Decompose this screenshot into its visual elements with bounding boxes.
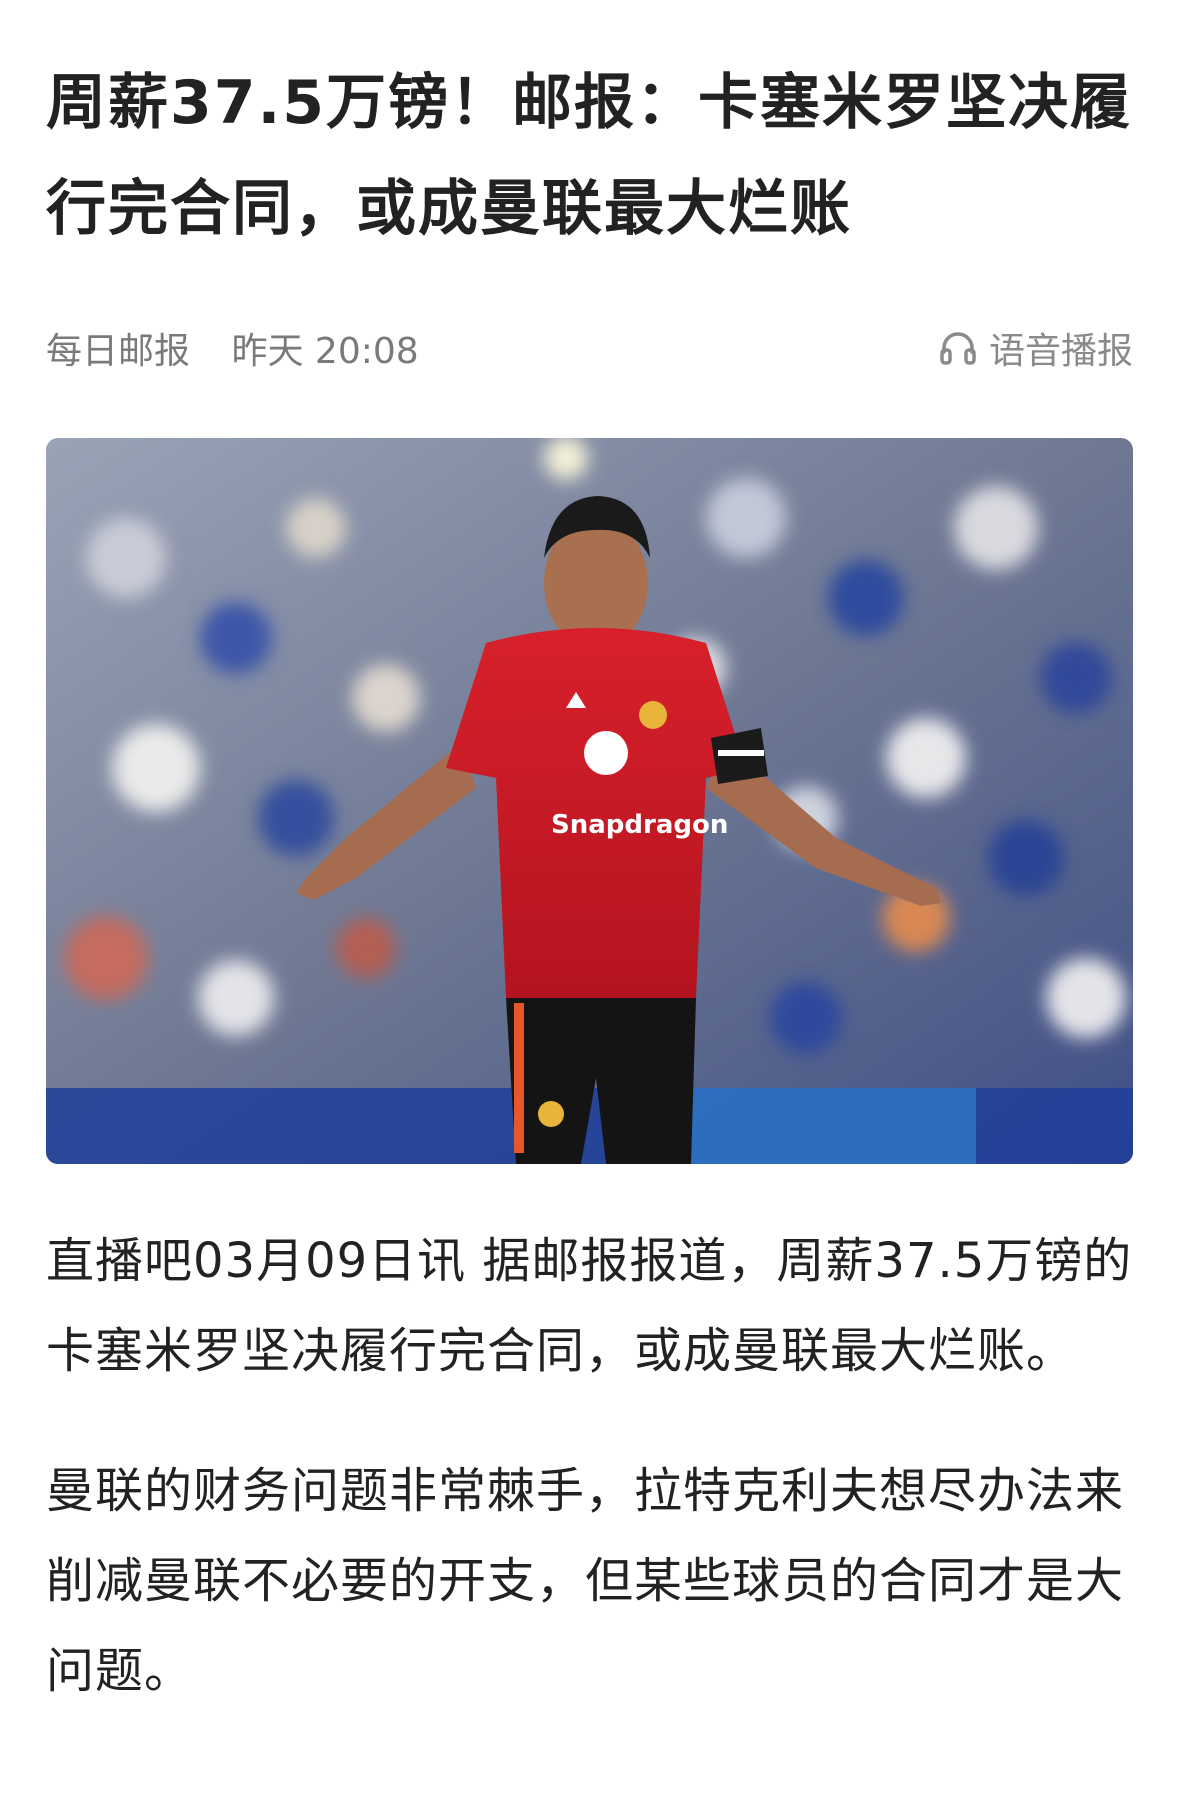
article-source[interactable]: 每日邮报 — [46, 331, 190, 372]
article-time: 昨天 20:08 — [231, 331, 419, 372]
audio-play-button[interactable]: 语音播报 — [939, 322, 1133, 374]
football-player-photo: Snapdragon — [46, 438, 1133, 1164]
article-paragraph: 曼联的财务问题非常棘手，拉特克利夫想尽办法来削减曼联不必要的开支，但某些球员的合… — [46, 1463, 1125, 1699]
article-meta: 每日邮报 昨天 20:08 语音播报 — [46, 318, 1133, 378]
article-paragraph: 直播吧03月09日讯 据邮报报道，周薪37.5万镑的卡塞米罗坚决履行完合同，或成… — [46, 1233, 1133, 1379]
article-hero-image[interactable]: Snapdragon — [46, 438, 1133, 1164]
audio-label: 语音播报 — [988, 331, 1133, 372]
headphones-icon — [940, 332, 976, 365]
article-page: 周薪37.5万镑！邮报：卡塞米罗坚决履行完合同，或成曼联最大烂账 每日邮报 昨天… — [0, 0, 1179, 1812]
meta-left: 每日邮报 昨天 20:08 — [46, 322, 449, 374]
sponsor-text: Snapdragon — [551, 810, 728, 840]
article-title: 周薪37.5万镑！邮报：卡塞米罗坚决履行完合同，或成曼联最大烂账 — [46, 68, 1133, 244]
